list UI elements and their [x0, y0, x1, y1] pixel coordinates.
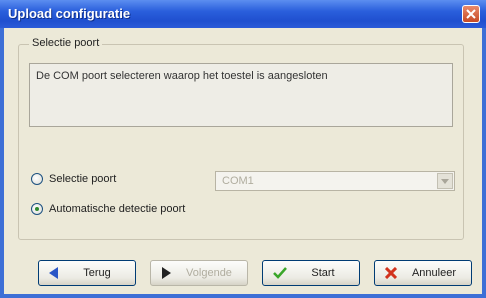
cancel-button[interactable]: Annuleer: [374, 260, 472, 286]
auto-detect-option[interactable]: Automatische detectie poort: [31, 203, 185, 215]
close-icon: [466, 9, 476, 19]
select-port-label: Selectie poort: [49, 173, 117, 185]
back-label: Terug: [83, 267, 111, 279]
cancel-x-icon: [385, 267, 397, 279]
auto-detect-label: Automatische detectie poort: [49, 203, 186, 215]
arrow-left-icon: [49, 267, 58, 279]
dropdown-arrow-button[interactable]: [437, 173, 453, 189]
chevron-down-icon: [441, 178, 449, 184]
close-button[interactable]: [462, 5, 480, 23]
com-port-value: COM1: [222, 175, 254, 187]
title-bar[interactable]: Upload configuratie: [0, 0, 486, 28]
select-port-radio[interactable]: [31, 173, 43, 185]
next-label: Volgende: [186, 267, 232, 279]
back-button[interactable]: Terug: [38, 260, 136, 286]
select-port-option[interactable]: Selectie poort: [31, 173, 116, 185]
description-text: De COM poort selecteren waarop het toest…: [36, 70, 328, 82]
dialog-window: Upload configuratie Selectie poort De CO…: [0, 0, 486, 298]
group-legend: Selectie poort: [29, 37, 103, 49]
description-box: De COM poort selecteren waarop het toest…: [29, 63, 453, 127]
cancel-label: Annuleer: [411, 267, 457, 279]
port-selection-group: Selectie poort De COM poort selecteren w…: [18, 37, 464, 240]
window-title: Upload configuratie: [8, 6, 131, 21]
auto-detect-radio[interactable]: [31, 203, 43, 215]
arrow-right-icon: [162, 267, 171, 279]
start-button[interactable]: Start: [262, 260, 360, 286]
start-label: Start: [311, 267, 335, 279]
com-port-dropdown[interactable]: COM1: [215, 171, 455, 191]
next-button[interactable]: Volgende: [150, 260, 248, 286]
checkmark-icon: [273, 267, 287, 279]
